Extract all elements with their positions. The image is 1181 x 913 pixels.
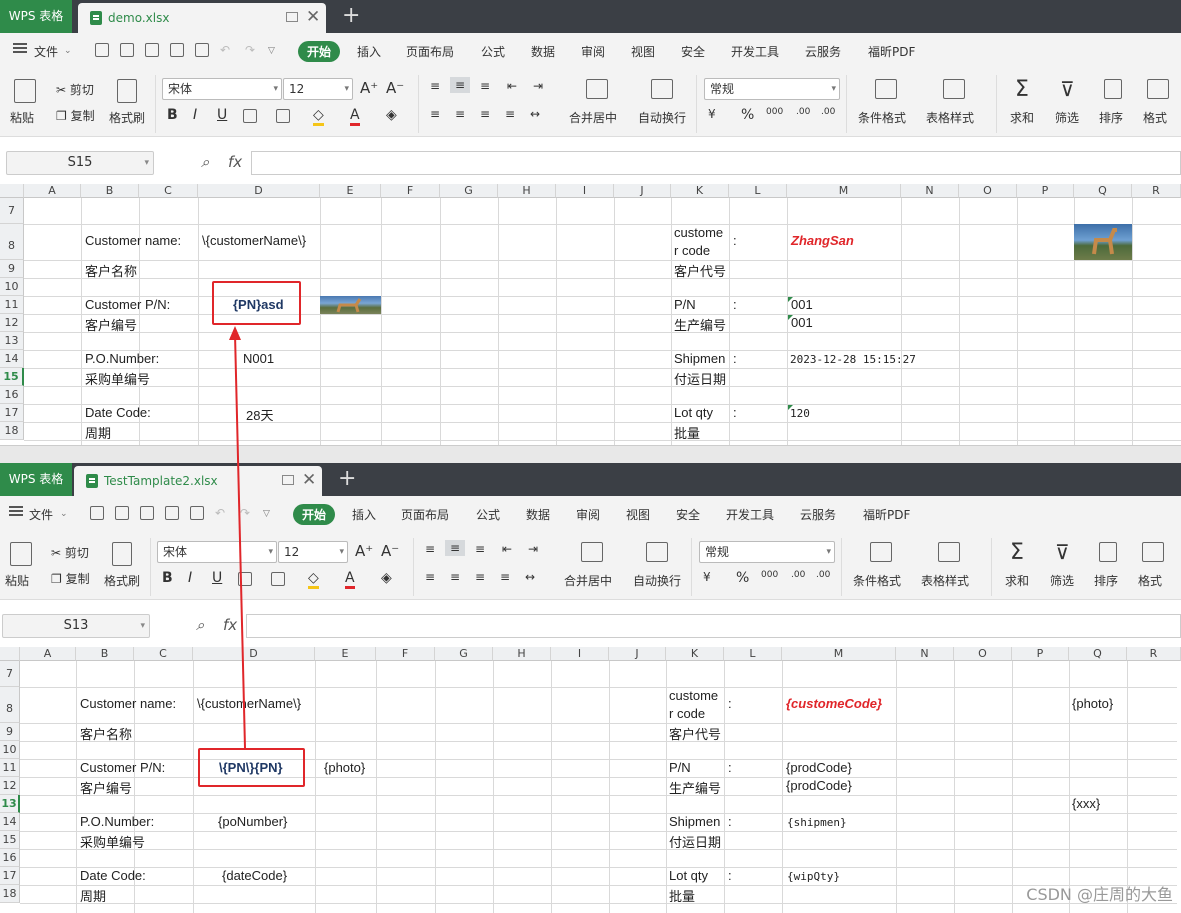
watermark: CSDN @庄周的大鱼 [1026,885,1173,904]
annotation-arrow [229,326,246,749]
